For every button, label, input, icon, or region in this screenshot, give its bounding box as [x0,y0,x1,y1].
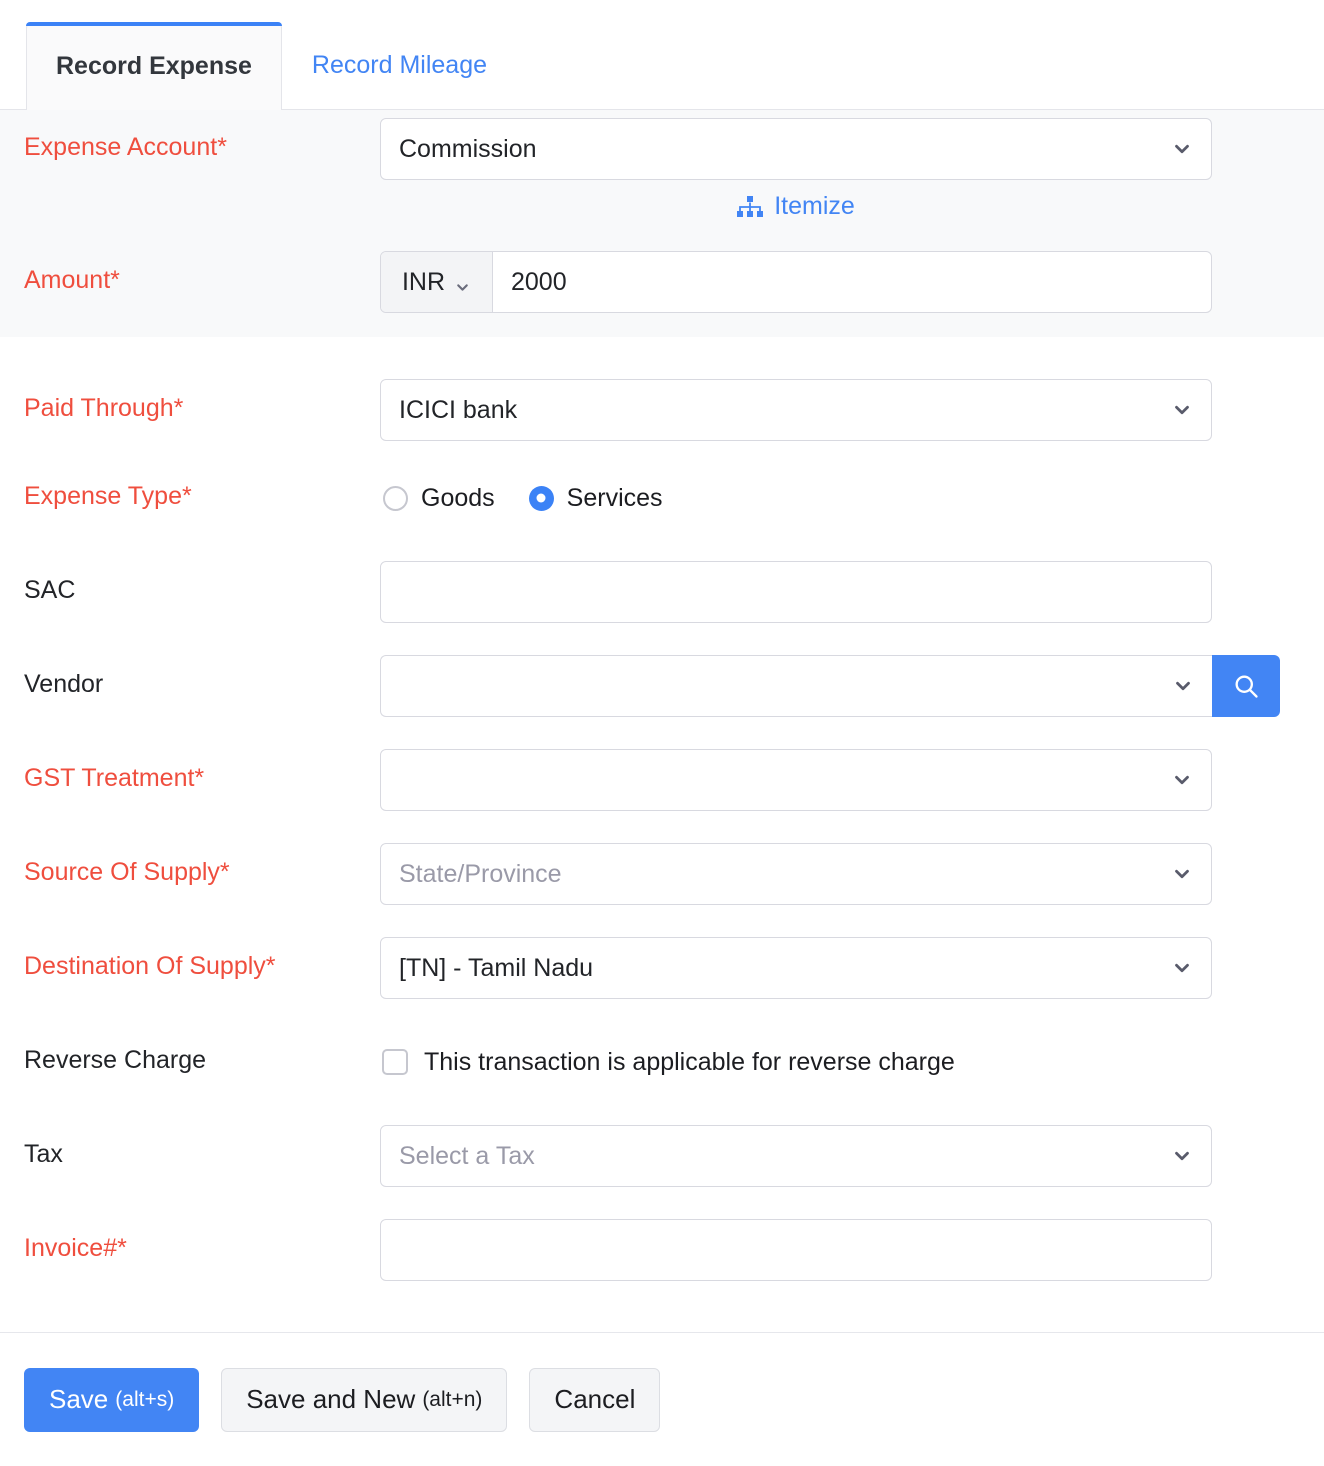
field-row-expense-account: Expense Account* Commission [0,118,1324,225]
chevron-down-icon [1171,769,1193,791]
tax-value: Select a Tax [399,1142,1193,1171]
paid-through-control: ICICI bank [380,379,1324,441]
tab-record-expense-label: Record Expense [56,52,252,81]
save-button-shortcut: (alt+s) [115,1388,174,1412]
save-and-new-button[interactable]: Save and New (alt+n) [221,1368,507,1432]
search-icon [1232,672,1260,700]
sac-input[interactable] [380,561,1212,623]
save-and-new-button-shortcut: (alt+n) [422,1388,482,1412]
tax-select[interactable]: Select a Tax [380,1125,1212,1187]
tab-record-expense[interactable]: Record Expense [26,22,282,110]
tax-control: Select a Tax [380,1125,1324,1187]
save-button-label: Save [49,1384,108,1415]
tab-bar: Record Expense Record Mileage [0,0,1324,110]
itemize-container: Itemize [380,192,1212,225]
paid-through-value: ICICI bank [399,396,1193,425]
itemize-label: Itemize [774,192,855,221]
expense-account-label: Expense Account* [24,118,380,162]
expense-account-value: Commission [399,135,1193,164]
field-row-sac: SAC [0,561,1324,623]
invoice-number-control [380,1219,1324,1281]
tab-record-mileage[interactable]: Record Mileage [282,21,517,109]
save-button[interactable]: Save (alt+s) [24,1368,199,1432]
vendor-input-group [380,655,1280,717]
invoice-number-label: Invoice#* [24,1219,380,1263]
chevron-down-icon [454,274,471,291]
gst-treatment-control [380,749,1324,811]
field-row-source-of-supply: Source Of Supply* State/Province [0,843,1324,905]
cancel-button-label: Cancel [554,1384,635,1415]
reverse-charge-checkbox[interactable] [382,1049,408,1075]
sac-control [380,561,1324,623]
radio-option-goods[interactable]: Goods [383,484,495,513]
paid-through-select[interactable]: ICICI bank [380,379,1212,441]
expense-account-control: Commission Item [380,118,1324,225]
reverse-charge-control: This transaction is applicable for rever… [380,1031,1324,1093]
field-row-vendor: Vendor [0,655,1324,717]
amount-value: 2000 [511,268,567,297]
sac-label: SAC [24,561,380,605]
amount-label: Amount* [24,251,380,295]
field-row-destination-of-supply: Destination Of Supply* [TN] - Tamil Nadu [0,937,1324,999]
expense-type-control: Goods Services [380,467,1324,529]
amount-control: INR 2000 [380,251,1324,313]
field-row-reverse-charge: Reverse Charge This transaction is appli… [0,1031,1324,1093]
source-of-supply-label: Source Of Supply* [24,843,380,887]
reverse-charge-checkbox-label: This transaction is applicable for rever… [424,1048,955,1077]
amount-input-group: INR 2000 [380,251,1212,313]
form-footer: Save (alt+s) Save and New (alt+n) Cancel [0,1332,1324,1466]
field-row-amount: Amount* INR 2000 [0,251,1324,313]
radio-option-services[interactable]: Services [529,484,663,513]
save-and-new-button-label: Save and New [246,1384,415,1415]
source-of-supply-control: State/Province [380,843,1324,905]
invoice-number-input[interactable] [380,1219,1212,1281]
expense-type-label: Expense Type* [24,467,380,511]
vendor-select[interactable] [380,655,1212,717]
radio-goods-icon [383,486,408,511]
reverse-charge-checkbox-row[interactable]: This transaction is applicable for rever… [380,1031,1210,1093]
source-of-supply-select[interactable]: State/Province [380,843,1212,905]
currency-select[interactable]: INR [381,252,493,312]
paid-through-label: Paid Through* [24,379,380,423]
field-row-gst-treatment: GST Treatment* [0,749,1324,811]
destination-of-supply-select[interactable]: [TN] - Tamil Nadu [380,937,1212,999]
expense-summary-section: Expense Account* Commission [0,110,1324,337]
field-row-expense-type: Expense Type* Goods Services [0,467,1324,529]
chevron-down-icon [1172,675,1194,697]
destination-of-supply-control: [TN] - Tamil Nadu [380,937,1324,999]
vendor-control [380,655,1324,717]
destination-of-supply-value: [TN] - Tamil Nadu [399,954,1193,983]
radio-goods-label: Goods [421,484,495,513]
currency-value: INR [402,268,445,297]
tax-label: Tax [24,1125,380,1169]
itemize-button[interactable]: Itemize [737,192,855,221]
gst-treatment-select[interactable] [380,749,1212,811]
radio-services-icon [529,486,554,511]
reverse-charge-label: Reverse Charge [24,1031,380,1075]
cancel-button[interactable]: Cancel [529,1368,660,1432]
field-row-invoice-number: Invoice#* [0,1219,1324,1281]
expense-account-select[interactable]: Commission [380,118,1212,180]
field-row-tax: Tax Select a Tax [0,1125,1324,1187]
expense-type-radio-group: Goods Services [380,467,1210,529]
sitemap-icon [737,196,763,218]
vendor-label: Vendor [24,655,380,699]
expense-details-section: Paid Through* ICICI bank Expense Type* G… [0,337,1324,1281]
tab-record-mileage-label: Record Mileage [312,51,487,80]
destination-of-supply-label: Destination Of Supply* [24,937,380,981]
source-of-supply-value: State/Province [399,860,1193,889]
amount-input[interactable]: 2000 [493,252,1211,312]
radio-services-label: Services [567,484,663,513]
gst-treatment-label: GST Treatment* [24,749,380,793]
vendor-search-button[interactable] [1212,655,1280,717]
field-row-paid-through: Paid Through* ICICI bank [0,379,1324,441]
